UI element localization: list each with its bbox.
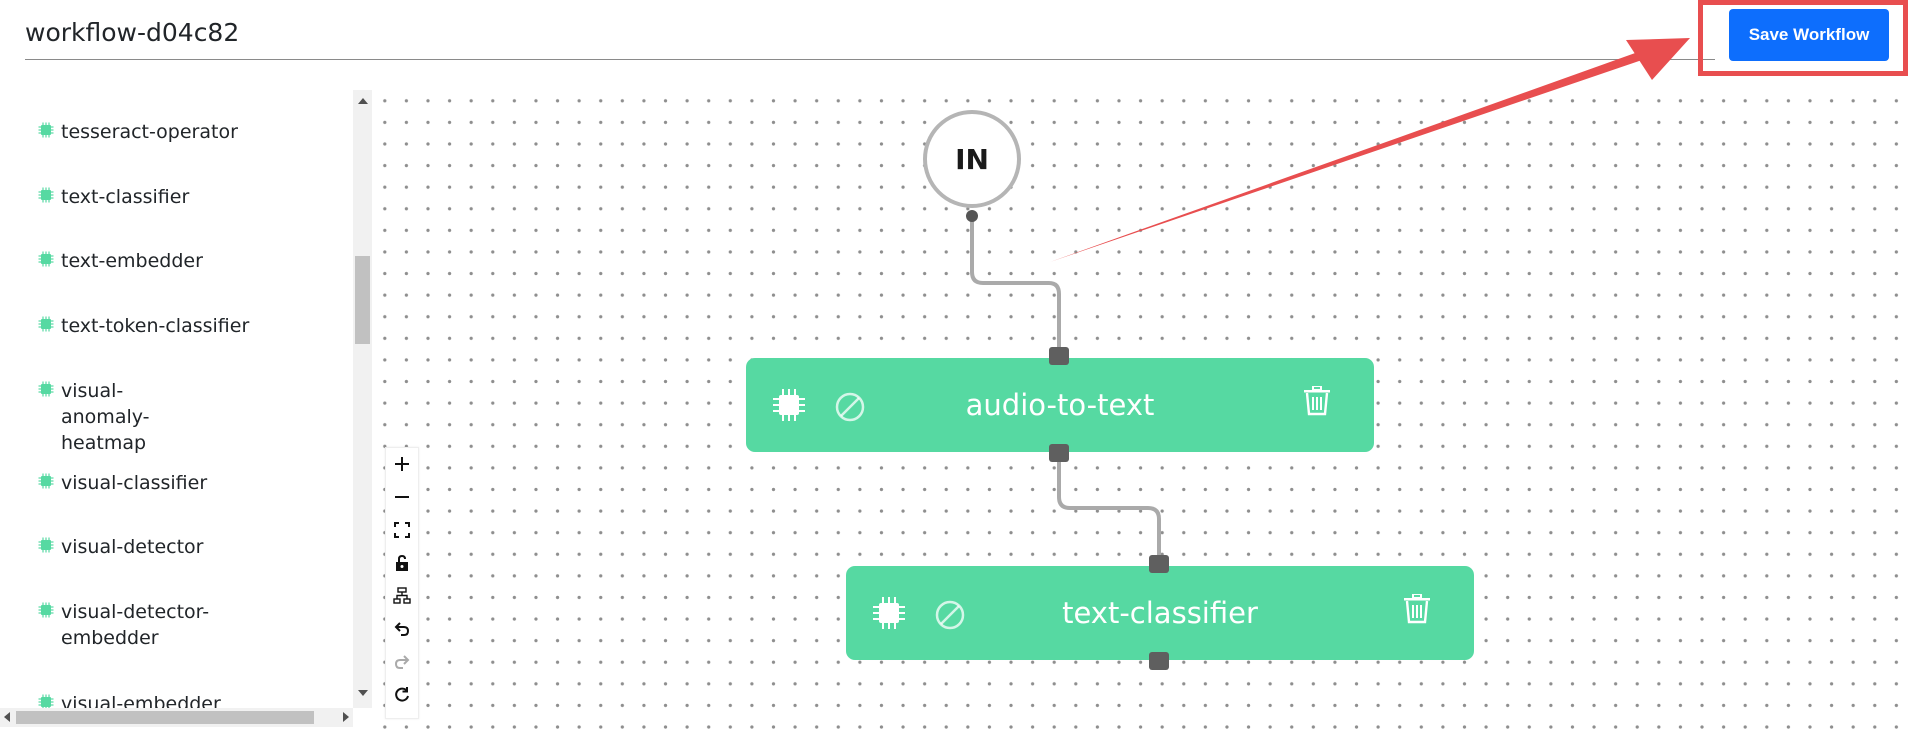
- undo-button[interactable]: [386, 613, 418, 645]
- zoom-out-button[interactable]: [386, 481, 418, 513]
- zoom-in-icon: [395, 457, 409, 471]
- sidebar-item-visual-detector-embedder[interactable]: visual-detector-embedder: [38, 599, 211, 651]
- lock-button[interactable]: [386, 547, 418, 579]
- scroll-up-arrow-icon[interactable]: [358, 98, 368, 104]
- save-workflow-button[interactable]: Save Workflow: [1729, 9, 1889, 61]
- fit-view-icon: [394, 522, 410, 538]
- sidebar-item-visual-classifier[interactable]: visual-classifier: [38, 470, 207, 496]
- node-output-handle[interactable]: [1149, 652, 1169, 670]
- input-node[interactable]: IN: [923, 110, 1021, 208]
- sidebar-item-label: visual-classifier: [61, 472, 208, 494]
- scroll-left-arrow-icon[interactable]: [4, 712, 10, 722]
- sidebar-item-text-classifier[interactable]: text-classifier: [38, 184, 189, 210]
- fit-view-button[interactable]: [386, 514, 418, 546]
- sidebar-item-text-embedder[interactable]: text-embedder: [38, 248, 203, 274]
- redo-icon: [394, 655, 410, 669]
- header-divider: [25, 59, 1715, 60]
- chip-icon: [38, 251, 54, 267]
- undo-icon: [394, 622, 410, 636]
- node-label: audio-to-text: [965, 388, 1155, 422]
- operator-sidebar: tesseract-operator text-classifier text-…: [0, 90, 355, 708]
- sidebar-item-label: tesseract-operator: [61, 121, 238, 143]
- sidebar-horizontal-scrollbar[interactable]: [0, 708, 353, 727]
- reset-button[interactable]: [386, 679, 418, 711]
- chip-icon: [38, 187, 54, 203]
- input-node-handle[interactable]: [966, 210, 978, 222]
- zoom-in-button[interactable]: [386, 448, 418, 480]
- scrollbar-thumb[interactable]: [16, 711, 314, 724]
- node-input-handle[interactable]: [1049, 347, 1069, 365]
- sidebar-item-tesseract-operator[interactable]: tesseract-operator: [38, 119, 238, 145]
- chip-icon: [38, 602, 54, 618]
- scrollbar-thumb[interactable]: [355, 256, 370, 344]
- auto-layout-icon: [393, 587, 411, 604]
- canvas-controls: [385, 447, 419, 719]
- chip-icon: [38, 694, 54, 708]
- trash-icon[interactable]: [1403, 594, 1431, 624]
- sidebar-item-label: text-classifier: [61, 186, 190, 208]
- node-audio-to-text[interactable]: audio-to-text: [746, 358, 1374, 452]
- auto-layout-button[interactable]: [386, 580, 418, 612]
- sidebar-item-label: visual-detector-embedder: [61, 601, 210, 649]
- sidebar-item-label: visual-embedder: [61, 693, 221, 708]
- sidebar-item-label: text-embedder: [61, 250, 203, 272]
- sidebar-item-label: visual-detector: [61, 536, 204, 558]
- zoom-out-icon: [395, 496, 409, 498]
- sidebar-item-label: visual-anomaly-heatmap: [61, 380, 150, 454]
- chip-icon: [38, 473, 54, 489]
- lock-icon: [396, 554, 408, 571]
- sidebar-item-visual-embedder[interactable]: visual-embedder: [38, 691, 221, 708]
- reset-icon: [395, 687, 409, 702]
- redo-button[interactable]: [386, 646, 418, 678]
- chip-icon: [38, 316, 54, 332]
- node-output-handle[interactable]: [1049, 444, 1069, 462]
- node-label: text-classifier: [1062, 596, 1258, 630]
- workflow-name-input[interactable]: workflow-d04c82: [25, 18, 239, 47]
- chip-icon: [38, 122, 54, 138]
- scroll-right-arrow-icon[interactable]: [343, 712, 349, 722]
- node-text-classifier[interactable]: text-classifier: [846, 566, 1474, 660]
- node-input-handle[interactable]: [1149, 555, 1169, 573]
- chip-icon: [38, 537, 54, 553]
- chip-icon: [38, 381, 54, 397]
- sidebar-vertical-scrollbar[interactable]: [353, 90, 372, 708]
- sidebar-item-visual-anomaly-heatmap[interactable]: visual-anomaly-heatmap: [38, 378, 211, 456]
- sidebar-item-text-token-classifier[interactable]: text-token-classifier: [38, 313, 249, 339]
- trash-icon[interactable]: [1303, 386, 1331, 416]
- workflow-editor: workflow-d04c82 Save Workflow tesseract-…: [0, 0, 1911, 729]
- sidebar-item-label: text-token-classifier: [61, 315, 250, 337]
- scroll-down-arrow-icon[interactable]: [358, 690, 368, 696]
- sidebar-item-visual-detector[interactable]: visual-detector: [38, 534, 203, 560]
